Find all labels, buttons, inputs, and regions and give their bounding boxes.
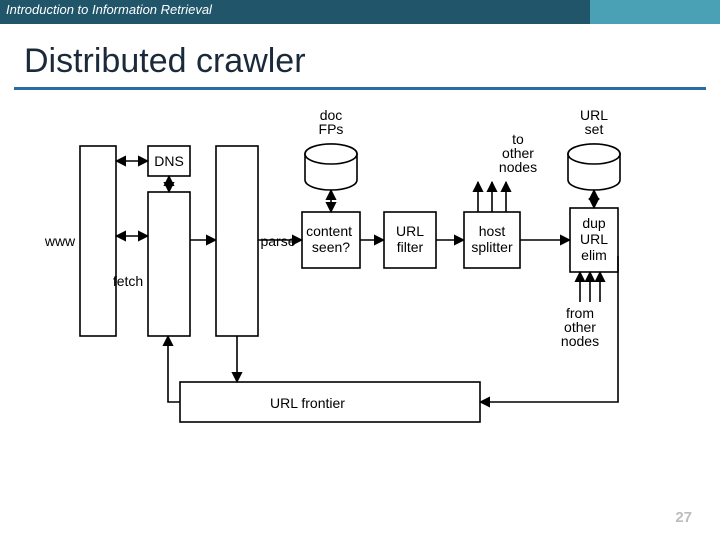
fetch-label: fetch (113, 273, 143, 289)
arrow-dup-frontier (480, 256, 618, 402)
page-number: 27 (675, 509, 692, 526)
from-other-nodes-label: fromothernodes (561, 305, 599, 349)
parse-label: parse (260, 233, 295, 249)
dns-label: DNS (154, 153, 184, 169)
header-accent (590, 0, 720, 24)
to-other-nodes-label: toothernodes (499, 131, 537, 175)
www-box (80, 146, 116, 336)
url-set-label: URLset (580, 107, 608, 137)
crawler-diagram: www DNS fetch parse content seen? docFPs… (40, 106, 680, 466)
doc-fps-label: docFPs (319, 107, 344, 137)
url-frontier-label: URL frontier (270, 395, 345, 411)
page-title: Distributed crawler (24, 42, 720, 81)
doc-fps-cylinder (305, 144, 357, 190)
dup-url-elim-label: dupURLelim (580, 215, 608, 263)
title-rule (14, 87, 706, 90)
content-seen-label: content seen? (306, 223, 356, 255)
parse-box (216, 146, 258, 336)
course-label: Introduction to Information Retrieval (6, 2, 212, 17)
fetch-box (148, 192, 190, 336)
url-set-cylinder (568, 144, 620, 190)
arrow-frontier-fetch (168, 336, 180, 402)
header-bar: Introduction to Information Retrieval (0, 0, 720, 24)
www-label: www (44, 233, 76, 249)
url-filter-label: URLfilter (396, 223, 424, 255)
